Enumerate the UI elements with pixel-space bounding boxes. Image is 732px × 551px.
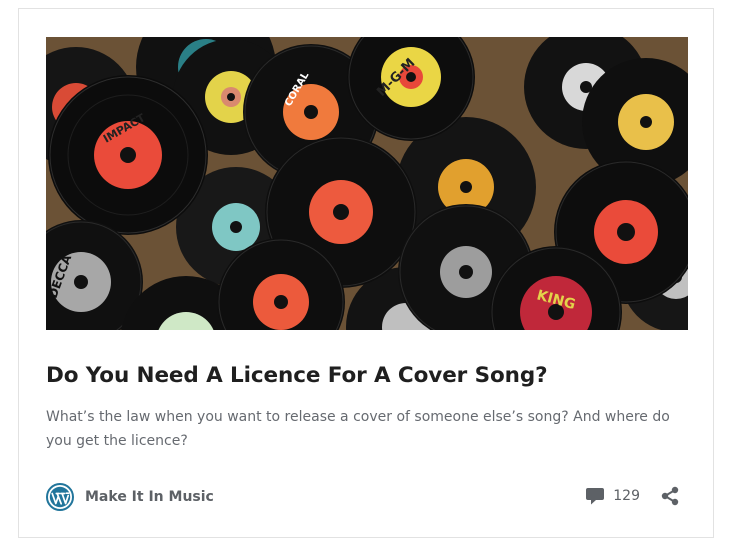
post-excerpt: What’s the law when you want to release …: [46, 409, 670, 449]
share-icon: [661, 486, 679, 506]
site-name: Make It In Music: [85, 489, 214, 505]
record-impact: IMPACT: [48, 75, 208, 235]
share-button[interactable]: [660, 486, 680, 506]
comments-link[interactable]: 129: [585, 486, 640, 506]
vinyl-records-illustration: CORAL M-G-M IMPACT DECCA KING: [46, 37, 688, 330]
post-footer: Make It In Music 129: [46, 483, 688, 511]
site-link[interactable]: Make It In Music: [46, 483, 214, 511]
wordpress-icon: [46, 483, 74, 511]
post-featured-image[interactable]: CORAL M-G-M IMPACT DECCA KING: [46, 37, 688, 330]
comment-bubble-icon: [586, 488, 605, 505]
post-title[interactable]: Do You Need A Licence For A Cover Song?: [46, 361, 686, 391]
comment-count: 129: [613, 488, 640, 504]
post-card: CORAL M-G-M IMPACT DECCA KING Do You Nee…: [18, 8, 714, 538]
